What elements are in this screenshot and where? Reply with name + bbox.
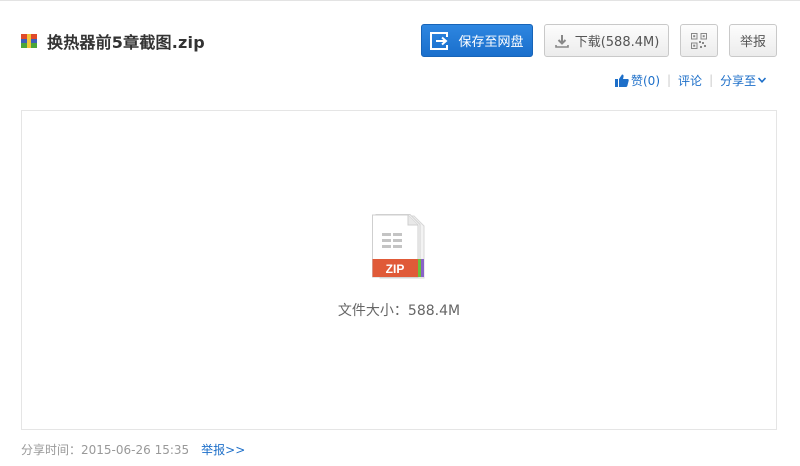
share-bar: 赞(0) | 评论 | 分享至 xyxy=(615,72,767,89)
zip-file-icon: ZIP xyxy=(372,214,425,279)
separator: | xyxy=(709,73,714,87)
download-button[interactable]: 下载(588.4M) xyxy=(544,24,669,57)
file-size-line: 文件大小：588.4M xyxy=(22,300,776,320)
comment-link[interactable]: 评论 xyxy=(678,72,702,89)
footer: 分享时间：2015-06-26 15:35 举报>> xyxy=(21,441,245,458)
footer-report-link[interactable]: 举报>> xyxy=(201,443,245,457)
share-time-label: 分享时间： xyxy=(21,443,82,457)
save-button-label: 保存至网盘 xyxy=(458,35,524,50)
file-type-badge: ZIP xyxy=(386,262,405,276)
qr-code-icon xyxy=(691,32,707,49)
file-size-label: 文件大小： xyxy=(337,303,408,319)
report-button-label: 举报 xyxy=(739,35,766,50)
save-to-cloud-button[interactable]: 保存至网盘 xyxy=(421,24,533,57)
archive-icon xyxy=(21,34,37,48)
chevron-down-icon[interactable] xyxy=(758,77,767,83)
report-button[interactable]: 举报 xyxy=(729,24,777,57)
download-button-label: 下载(588.4M) xyxy=(574,35,660,50)
separator: | xyxy=(667,73,672,87)
share-time: 2015-06-26 15:35 xyxy=(81,443,190,457)
share-to-link[interactable]: 分享至 xyxy=(720,72,756,89)
top-divider xyxy=(0,0,800,1)
save-to-cloud-icon xyxy=(430,31,449,50)
file-preview-panel: ZIP 文件大小：588.4M xyxy=(21,110,777,430)
download-icon xyxy=(554,34,569,48)
file-title: 换热器前5章截图.zip xyxy=(47,33,205,52)
like-link[interactable]: 赞(0) xyxy=(631,72,660,89)
qr-code-button[interactable] xyxy=(680,24,718,57)
thumbs-up-icon[interactable] xyxy=(615,74,629,87)
file-size-value: 588.4M xyxy=(407,303,461,319)
